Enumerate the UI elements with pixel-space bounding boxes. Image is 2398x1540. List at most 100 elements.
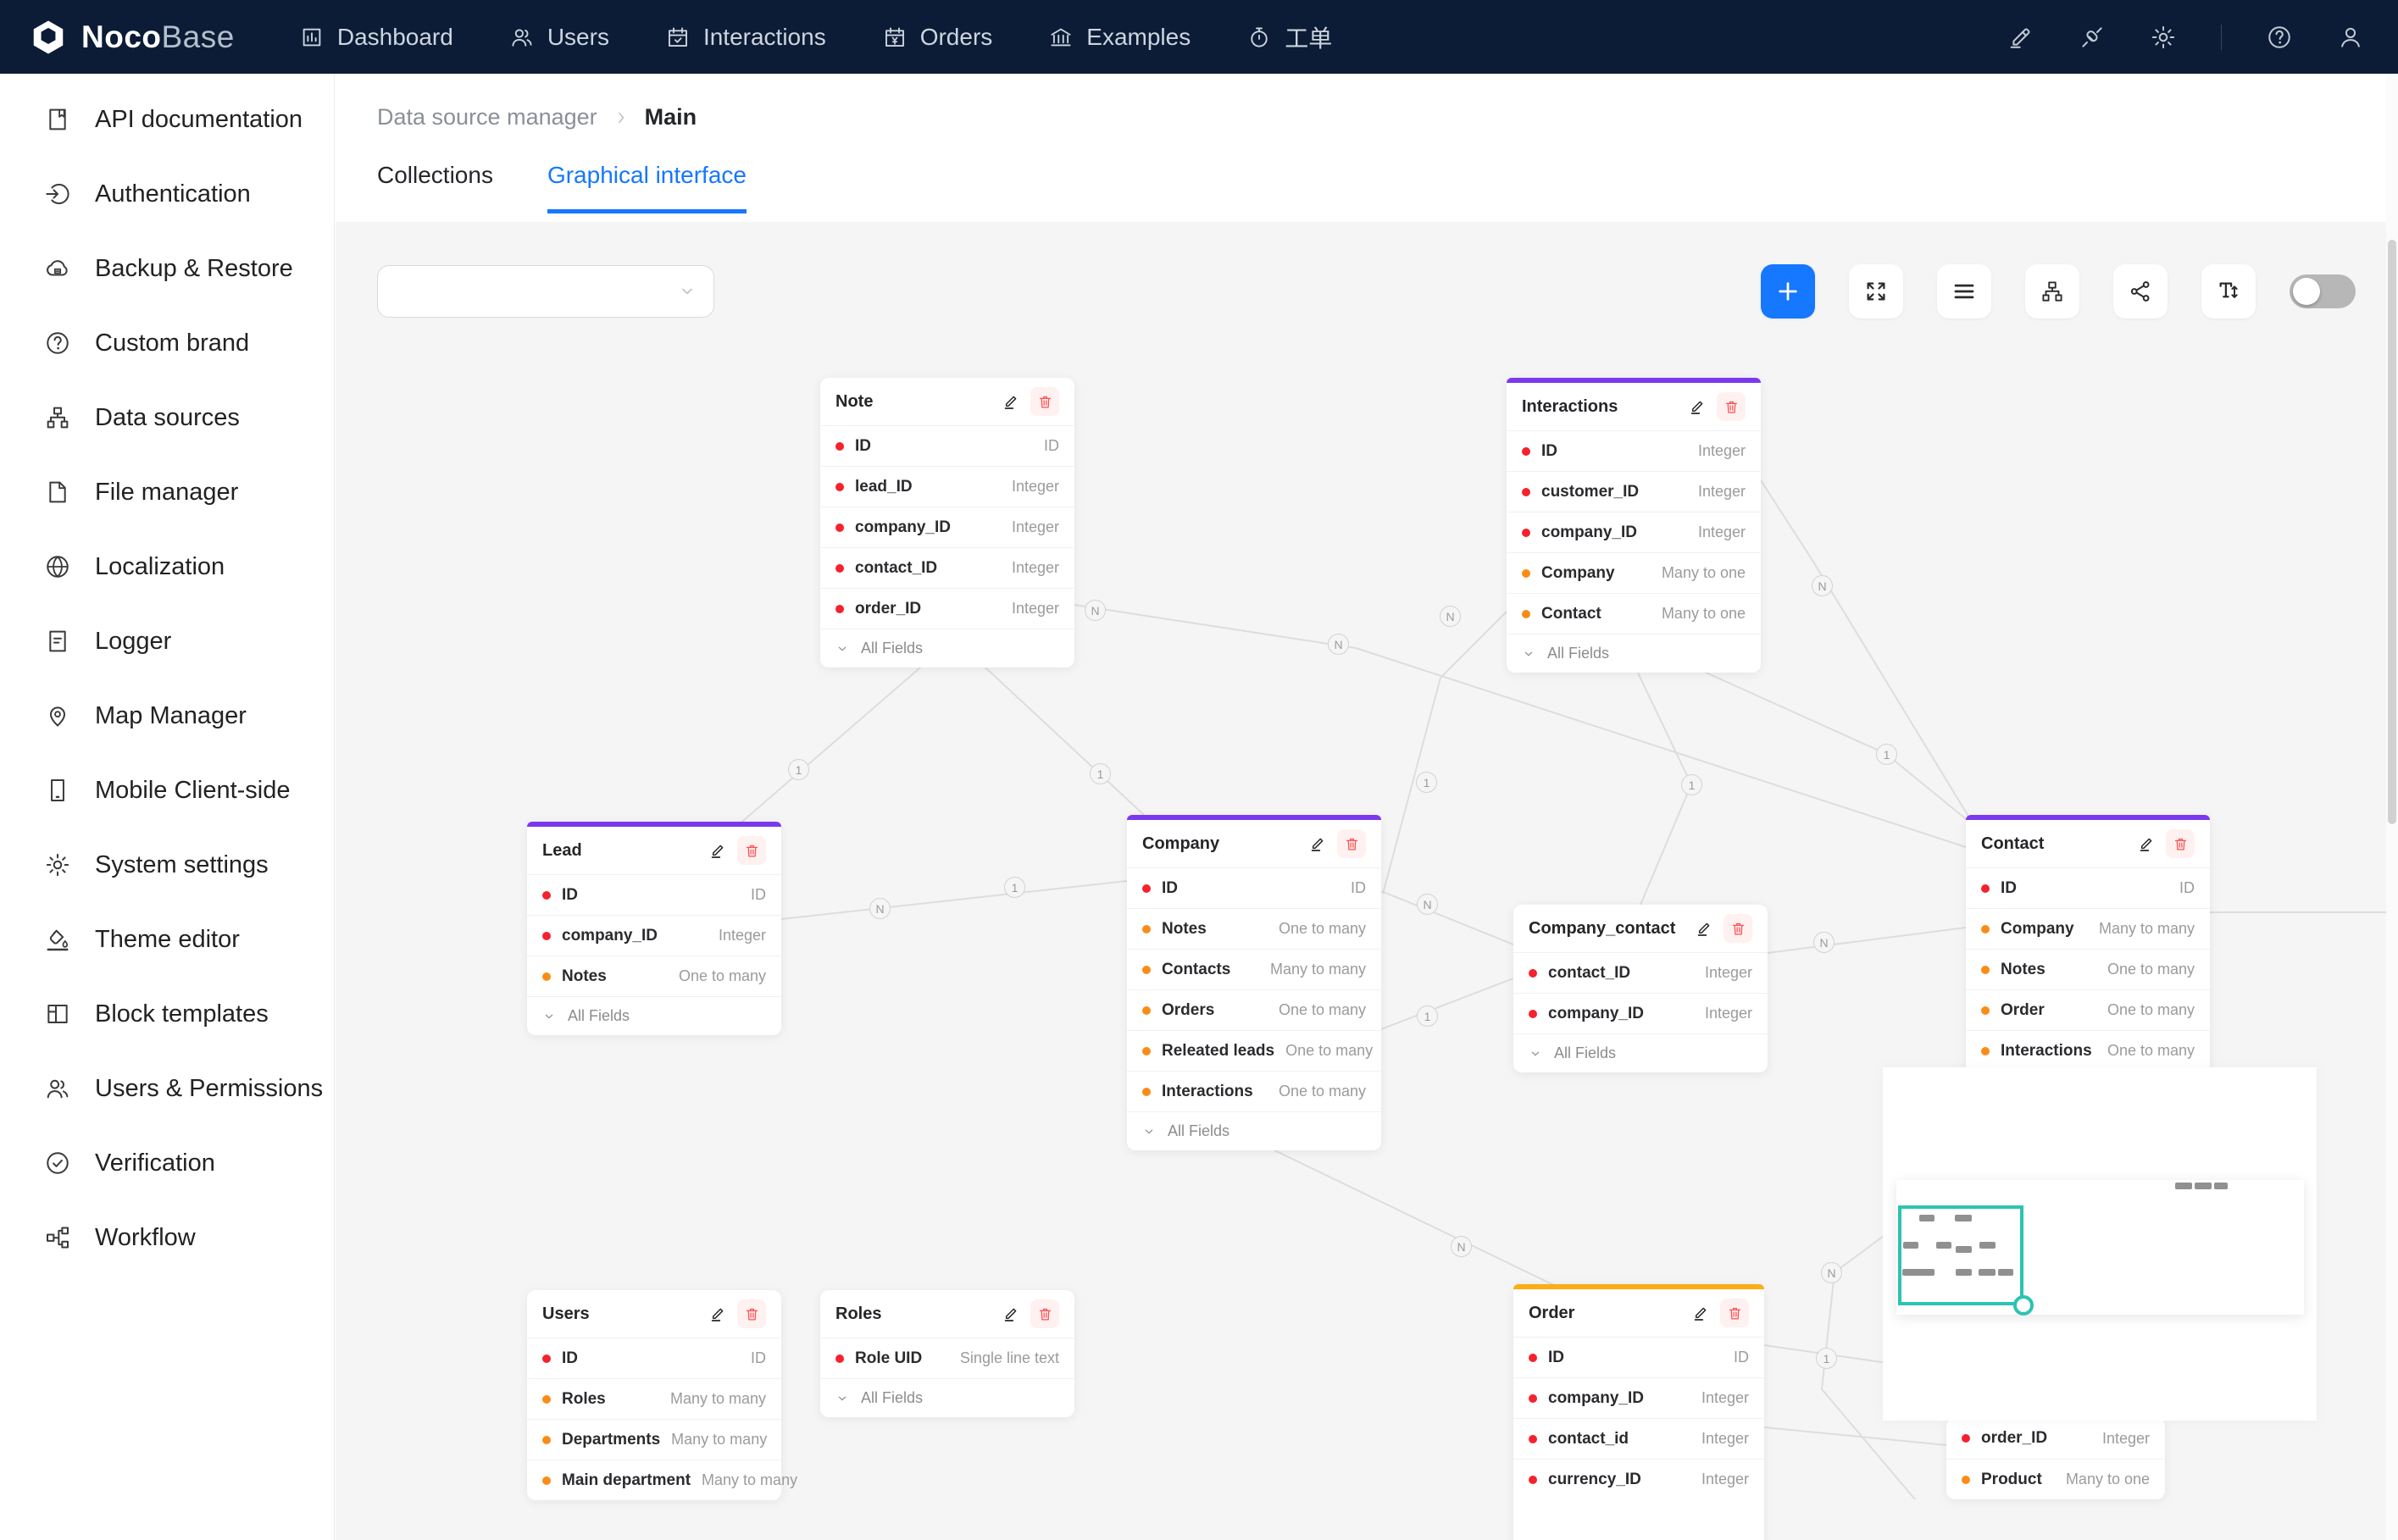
- edit-collection-icon[interactable]: [1688, 397, 1707, 416]
- sidebar-item-system-settings[interactable]: System settings: [0, 828, 334, 902]
- minimap-resize-handle[interactable]: [2013, 1295, 2034, 1316]
- field-row[interactable]: contact_idInteger: [1513, 1418, 1764, 1459]
- dark-mode-switch[interactable]: [2290, 274, 2356, 308]
- delete-collection-button[interactable]: [2166, 829, 2195, 858]
- field-row[interactable]: ContactsMany to many: [1127, 949, 1381, 989]
- sidebar-item-map-manager[interactable]: Map Manager: [0, 679, 334, 753]
- edit-collection-icon[interactable]: [1691, 1304, 1710, 1322]
- edit-collection-icon[interactable]: [708, 1305, 727, 1323]
- sidebar-item-workflow[interactable]: Workflow: [0, 1200, 334, 1275]
- delete-collection-button[interactable]: [1717, 392, 1746, 421]
- tab-graphical-interface[interactable]: Graphical interface: [547, 162, 747, 213]
- field-row[interactable]: company_IDInteger: [820, 507, 1074, 547]
- field-row[interactable]: Main departmentMany to many: [527, 1460, 781, 1500]
- field-row[interactable]: IDID: [1966, 867, 2210, 908]
- field-row[interactable]: contact_IDInteger: [820, 547, 1074, 588]
- field-row[interactable]: NotesOne to many: [1127, 908, 1381, 949]
- collection-card-company-contact[interactable]: Company_contactcontact_IDIntegercompany_…: [1513, 905, 1768, 1072]
- field-row[interactable]: OrderOne to many: [1966, 989, 2210, 1030]
- sidebar-item-verification[interactable]: Verification: [0, 1126, 334, 1200]
- er-diagram-canvas[interactable]: NoteIDIDlead_IDIntegercompany_IDIntegerc…: [336, 222, 2398, 1540]
- sidebar-item-backup-restore[interactable]: Backup & Restore: [0, 231, 334, 306]
- breadcrumb-link[interactable]: Data source manager: [377, 104, 597, 130]
- expand-button[interactable]: [1849, 264, 1903, 319]
- edit-collection-icon[interactable]: [1002, 1305, 1020, 1323]
- field-row[interactable]: CompanyMany to one: [1507, 552, 1761, 593]
- org-button[interactable]: [2025, 264, 2079, 319]
- minimap-viewport[interactable]: [1898, 1205, 2023, 1305]
- field-row[interactable]: IDID: [820, 425, 1074, 466]
- collection-card-users[interactable]: UsersIDIDRolesMany to manyDepartmentsMan…: [527, 1290, 781, 1500]
- sidebar-item-authentication[interactable]: Authentication: [0, 157, 334, 231]
- field-row[interactable]: InteractionsOne to many: [1127, 1071, 1381, 1111]
- collection-card-order[interactable]: OrderIDIDcompany_IDIntegercontact_idInte…: [1513, 1284, 1764, 1540]
- field-row[interactable]: ProductMany to one: [1946, 1459, 2165, 1499]
- field-row[interactable]: IDID: [527, 1338, 781, 1378]
- field-row[interactable]: OrdersOne to many: [1127, 989, 1381, 1030]
- collection-card-partial[interactable]: order_IDIntegerProductMany to one: [1946, 1418, 2165, 1499]
- tab-collections[interactable]: Collections: [377, 162, 493, 213]
- all-fields-toggle[interactable]: All Fields: [527, 996, 781, 1035]
- nav-item-工单[interactable]: 工单: [1246, 0, 1332, 74]
- field-row[interactable]: IDID: [527, 874, 781, 915]
- nav-item-examples[interactable]: Examples: [1048, 0, 1191, 74]
- help-circle-icon[interactable]: [2266, 24, 2293, 51]
- collection-card-lead[interactable]: LeadIDIDcompany_IDIntegerNotesOne to man…: [527, 822, 781, 1035]
- edit-collection-icon[interactable]: [1695, 919, 1713, 938]
- field-row[interactable]: customer_IDInteger: [1507, 471, 1761, 512]
- nocobase-logo[interactable]: NocoBase: [0, 18, 260, 57]
- delete-collection-button[interactable]: [1337, 829, 1366, 858]
- share-button[interactable]: [2113, 264, 2168, 319]
- text-size-button[interactable]: [2201, 264, 2256, 319]
- all-fields-toggle[interactable]: All Fields: [1507, 634, 1761, 673]
- field-row[interactable]: currency_IDInteger: [1513, 1459, 1764, 1499]
- field-row[interactable]: ContactMany to one: [1507, 593, 1761, 634]
- edit-collection-icon[interactable]: [1002, 392, 1020, 411]
- field-row[interactable]: IDInteger: [1507, 430, 1761, 471]
- nav-item-users[interactable]: Users: [509, 0, 609, 74]
- edit-collection-icon[interactable]: [708, 841, 727, 860]
- highlighter-icon[interactable]: [2007, 24, 2034, 51]
- field-row[interactable]: company_IDInteger: [527, 915, 781, 956]
- collection-card-company[interactable]: CompanyIDIDNotesOne to manyContactsMany …: [1127, 815, 1381, 1150]
- sidebar-item-file-manager[interactable]: File manager: [0, 455, 334, 529]
- nav-item-interactions[interactable]: Interactions: [665, 0, 826, 74]
- collection-card-contact[interactable]: ContactIDIDCompanyMany to manyNotesOne t…: [1966, 815, 2210, 1110]
- field-row[interactable]: order_IDInteger: [1946, 1418, 2165, 1459]
- field-row[interactable]: IDID: [1513, 1337, 1764, 1377]
- field-row[interactable]: company_IDInteger: [1513, 1377, 1764, 1418]
- sidebar-item-custom-brand[interactable]: Custom brand: [0, 306, 334, 380]
- field-row[interactable]: lead_IDInteger: [820, 466, 1074, 507]
- edit-collection-icon[interactable]: [1308, 834, 1327, 853]
- field-row[interactable]: CompanyMany to many: [1966, 908, 2210, 949]
- delete-collection-button[interactable]: [737, 836, 766, 865]
- sidebar-item-block-templates[interactable]: Block templates: [0, 977, 334, 1051]
- edit-collection-icon[interactable]: [2137, 834, 2156, 853]
- plus-button[interactable]: [1761, 264, 1815, 319]
- field-row[interactable]: DepartmentsMany to many: [527, 1419, 781, 1460]
- sidebar-item-data-sources[interactable]: Data sources: [0, 380, 334, 455]
- gear-icon[interactable]: [2150, 24, 2177, 51]
- sidebar-item-mobile-client-side[interactable]: Mobile Client-side: [0, 753, 334, 828]
- field-row[interactable]: IDID: [1127, 867, 1381, 908]
- sidebar-item-logger[interactable]: Logger: [0, 604, 334, 679]
- field-row[interactable]: InteractionsOne to many: [1966, 1030, 2210, 1071]
- all-fields-toggle[interactable]: All Fields: [1513, 1033, 1768, 1072]
- user-icon[interactable]: [2337, 24, 2364, 51]
- collection-card-roles[interactable]: RolesRole UIDSingle line textAll Fields: [820, 1290, 1074, 1417]
- menu-button[interactable]: [1937, 264, 1991, 319]
- scrollbar-thumb[interactable]: [2388, 240, 2396, 824]
- nav-item-orders[interactable]: Orders: [882, 0, 993, 74]
- field-row[interactable]: contact_IDInteger: [1513, 952, 1768, 993]
- delete-collection-button[interactable]: [737, 1299, 766, 1328]
- delete-collection-button[interactable]: [1030, 387, 1059, 416]
- delete-collection-button[interactable]: [1030, 1299, 1059, 1328]
- collection-card-note[interactable]: NoteIDIDlead_IDIntegercompany_IDIntegerc…: [820, 378, 1074, 668]
- field-row[interactable]: NotesOne to many: [527, 956, 781, 996]
- sidebar-item-api-documentation[interactable]: API documentation: [0, 82, 334, 157]
- field-row[interactable]: RolesMany to many: [527, 1378, 781, 1419]
- plug-icon[interactable]: [2079, 24, 2106, 51]
- all-fields-toggle[interactable]: All Fields: [1127, 1111, 1381, 1150]
- field-row[interactable]: company_IDInteger: [1507, 512, 1761, 552]
- sidebar-item-localization[interactable]: Localization: [0, 529, 334, 604]
